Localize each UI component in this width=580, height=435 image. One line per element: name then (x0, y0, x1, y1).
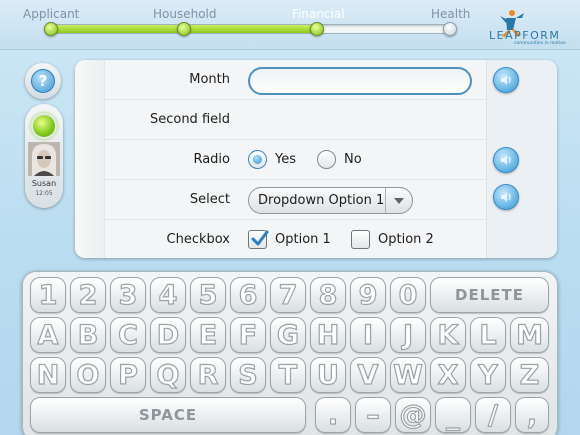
step-node-health[interactable] (443, 22, 457, 36)
checkbox-option-2[interactable]: Option 2 (351, 230, 434, 249)
key-5[interactable]: 5 (190, 277, 226, 313)
form-row-month: Month (105, 60, 486, 100)
checkbox-1-control[interactable] (248, 230, 269, 249)
avatar-image (28, 142, 60, 176)
key-k[interactable]: K (430, 317, 466, 353)
user-name: Susan (31, 179, 57, 188)
radio-no-text: No (344, 152, 362, 167)
on-screen-keyboard: 1 2 3 4 5 6 7 8 9 0 DELETE A B C D E F G… (22, 271, 558, 435)
key-f[interactable]: F (230, 317, 266, 353)
key-l[interactable]: L (470, 317, 506, 353)
form-row-radio: Radio Yes No (105, 140, 486, 180)
key-comma[interactable]: , (515, 397, 549, 433)
key-u[interactable]: U (310, 357, 346, 393)
key-v[interactable]: V (350, 357, 386, 393)
progress-track (49, 24, 451, 34)
key-i[interactable]: I (350, 317, 386, 353)
key-z[interactable]: Z (510, 357, 549, 393)
dropdown-value: Dropdown Option 1 (258, 193, 385, 208)
user-time: 12:05 (35, 190, 53, 197)
key-d[interactable]: D (150, 317, 186, 353)
key-p[interactable]: P (110, 357, 146, 393)
progress-header: Applicant Household Financial Health LEA… (0, 0, 580, 50)
speaker-icon[interactable] (493, 184, 519, 210)
key-y[interactable]: Y (470, 357, 506, 393)
key-a[interactable]: A (30, 317, 66, 353)
key-x[interactable]: X (430, 357, 466, 393)
second-field-label: Second field (149, 112, 230, 127)
delete-key[interactable]: DELETE (430, 277, 549, 313)
dropdown-select[interactable]: Dropdown Option 1 (248, 187, 413, 214)
key-s[interactable]: S (230, 357, 266, 393)
logo-tagline: communities in motion (514, 41, 566, 46)
form-row-select: Select Dropdown Option 1 (105, 180, 486, 220)
key-c[interactable]: C (110, 317, 146, 353)
key-b[interactable]: B (70, 317, 106, 353)
step-node-household[interactable] (177, 22, 191, 36)
key-period[interactable]: . (315, 397, 351, 433)
key-e[interactable]: E (190, 317, 226, 353)
radio-label: Radio (193, 152, 230, 167)
key-r[interactable]: R (190, 357, 226, 393)
key-h[interactable]: H (310, 317, 346, 353)
key-8[interactable]: 8 (310, 277, 346, 313)
radio-yes-control[interactable] (248, 150, 267, 169)
checkbox-label: Checkbox (166, 232, 231, 247)
step-label-applicant[interactable]: Applicant (23, 7, 79, 21)
key-0[interactable]: 0 (390, 277, 426, 313)
key-n[interactable]: N (30, 357, 66, 393)
checkbox-2-text: Option 2 (378, 232, 434, 247)
avatar[interactable] (28, 142, 60, 176)
key-4[interactable]: 4 (150, 277, 186, 313)
key-7[interactable]: 7 (270, 277, 306, 313)
dropdown-toggle[interactable] (385, 188, 412, 213)
select-label: Select (189, 192, 230, 207)
checkmark-icon (251, 230, 269, 246)
key-t[interactable]: T (270, 357, 306, 393)
radio-option-no[interactable]: No (317, 150, 362, 169)
step-label-financial[interactable]: Financial (292, 7, 345, 21)
key-3[interactable]: 3 (110, 277, 146, 313)
checkbox-option-1[interactable]: Option 1 (248, 230, 331, 249)
key-o[interactable]: O (70, 357, 106, 393)
key-dash[interactable]: – (355, 397, 391, 433)
key-2[interactable]: 2 (70, 277, 106, 313)
key-w[interactable]: W (390, 357, 426, 393)
radio-yes-text: Yes (275, 152, 296, 167)
card-left-gutter (75, 60, 105, 258)
checkbox-1-text: Option 1 (275, 232, 331, 247)
month-label: Month (189, 72, 230, 87)
speaker-icon[interactable] (493, 147, 519, 173)
chevron-down-icon (394, 197, 404, 204)
key-at[interactable]: @ (395, 397, 431, 433)
step-node-financial[interactable] (310, 22, 324, 36)
step-label-health[interactable]: Health (431, 7, 470, 21)
form-card: Month Second field Radio Yes No Select D… (75, 60, 557, 258)
key-6[interactable]: 6 (230, 277, 266, 313)
key-underscore[interactable]: _ (435, 397, 471, 433)
key-1[interactable]: 1 (30, 277, 66, 313)
radio-no-control[interactable] (317, 150, 336, 169)
speaker-icon[interactable] (493, 67, 519, 93)
key-m[interactable]: M (510, 317, 549, 353)
user-panel: Susan 12:05 (25, 104, 63, 208)
key-q[interactable]: Q (150, 357, 186, 393)
key-g[interactable]: G (270, 317, 306, 353)
form-row-second-field: Second field (105, 100, 486, 140)
form-row-checkbox: Checkbox Option 1 Option 2 (105, 220, 486, 258)
month-input[interactable] (248, 67, 472, 95)
step-node-applicant[interactable] (44, 22, 58, 36)
space-key[interactable]: SPACE (30, 397, 306, 433)
key-slash[interactable]: / (475, 397, 511, 433)
question-icon: ? (31, 69, 55, 93)
key-9[interactable]: 9 (350, 277, 386, 313)
status-indicator (31, 113, 57, 139)
key-j[interactable]: J (390, 317, 426, 353)
help-button[interactable]: ? (25, 63, 61, 99)
radio-option-yes[interactable]: Yes (248, 150, 296, 169)
checkbox-2-control[interactable] (351, 230, 370, 249)
step-label-household[interactable]: Household (153, 7, 217, 21)
